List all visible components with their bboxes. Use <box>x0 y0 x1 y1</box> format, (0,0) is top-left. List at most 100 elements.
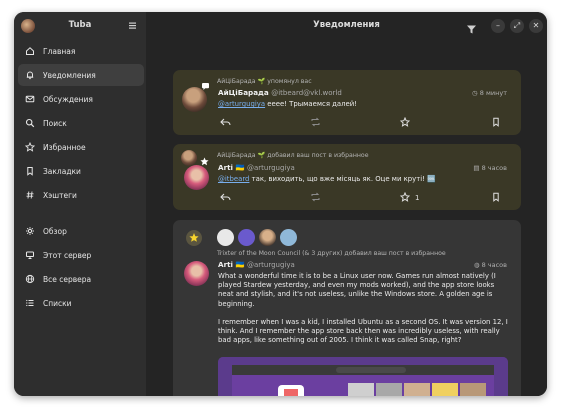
post-actions <box>218 116 509 130</box>
avatar[interactable] <box>181 150 197 166</box>
boost-icon <box>310 117 321 129</box>
avatar[interactable] <box>217 229 234 246</box>
sidebar-item-this-server[interactable]: Этот сервер <box>18 244 144 266</box>
sidebar-item-all-servers[interactable]: Все сервера <box>18 268 144 290</box>
mail-icon <box>25 94 35 104</box>
sidebar-item-label: Все сервера <box>43 274 92 284</box>
post-time: ◍ 8 часов <box>473 261 507 269</box>
notification-card[interactable]: АйЦіБарада 🌱 упомянул вас АйЦіБарада @it… <box>173 70 521 135</box>
star-icon <box>399 116 411 129</box>
sidebar-item-label: Главная <box>43 46 76 56</box>
notification-card[interactable]: АйЦіБарада 🌱 добавил ваш пост в избранно… <box>173 144 521 210</box>
boost-icon <box>310 192 321 204</box>
sidebar-item-home[interactable]: Главная <box>18 40 144 62</box>
sidebar-item-conversations[interactable]: Обсуждения <box>18 88 144 110</box>
avatar[interactable] <box>280 229 297 246</box>
sidebar-item-label: Хэштеги <box>43 190 77 200</box>
clock-icon: ◷ <box>472 89 480 97</box>
reply-button[interactable] <box>220 191 231 205</box>
post-actions: 1 <box>218 191 509 205</box>
list-icon <box>25 298 35 308</box>
post-time: ▤ 8 часов <box>473 164 507 172</box>
sidebar-item-lists[interactable]: Списки <box>18 292 144 314</box>
avatar[interactable] <box>184 165 209 190</box>
avatar[interactable] <box>184 261 209 286</box>
notifications-feed: АйЦіБарада 🌱 упомянул вас АйЦіБарада @it… <box>146 40 547 396</box>
post-text: @arturgugiya ееее! Трымаемся далей! <box>218 100 358 108</box>
sidebar-item-label: Уведомления <box>43 70 96 80</box>
sidebar-item-label: Избранное <box>43 142 86 152</box>
star-icon <box>24 141 36 152</box>
maximize-button[interactable]: ⤢ <box>510 19 524 33</box>
edited-icon: ▤ <box>473 164 482 172</box>
search-icon <box>25 118 35 128</box>
post-text: @itbeard так, виходить, що вже місяць як… <box>218 175 436 183</box>
notification-meta: АйЦіБарада 🌱 добавил ваш пост в избранно… <box>217 152 369 159</box>
post-text: What a wonderful time it is to be a Linu… <box>218 272 508 345</box>
notification-card[interactable]: Trixter of the Moon Council (& 3 других)… <box>173 220 521 396</box>
avatar[interactable] <box>182 87 207 112</box>
post-author[interactable]: Arti 🇺🇦 @arturgugiya <box>218 260 295 269</box>
sidebar-item-explore[interactable]: Обзор <box>18 220 144 242</box>
post-author[interactable]: АйЦіБарада @itbeard@vkl.world <box>218 88 342 97</box>
bookmark-icon <box>25 166 35 176</box>
post-handle: @itbeard@vkl.world <box>271 89 342 97</box>
page-title: Уведомления <box>313 20 380 30</box>
mention-link[interactable]: @itbeard <box>218 175 249 183</box>
sidebar-item-label: Обсуждения <box>43 94 93 104</box>
explore-icon <box>25 226 35 236</box>
header-bar: Уведомления – ⤢ ✕ <box>146 12 547 40</box>
sidebar-item-search[interactable]: Поиск <box>18 112 144 134</box>
globe-icon: ◍ <box>473 261 482 269</box>
sidebar-separator <box>18 208 144 220</box>
boost-button[interactable] <box>310 191 321 205</box>
notification-meta: АйЦіБарада 🌱 упомянул вас <box>217 78 312 85</box>
app-store-screenshot <box>218 357 508 396</box>
sidebar-header: Tuba <box>14 12 146 40</box>
favorite-button[interactable] <box>399 116 411 130</box>
server-icon <box>25 250 35 260</box>
filter-icon[interactable] <box>466 20 477 34</box>
sidebar-item-label: Списки <box>43 298 72 308</box>
post-handle: @arturgugiya <box>246 261 295 269</box>
reply-icon <box>220 192 231 204</box>
post-handle: @arturgugiya <box>246 164 295 172</box>
minimize-button[interactable]: – <box>491 19 505 33</box>
sidebar-item-bookmarks[interactable]: Закладки <box>18 160 144 182</box>
post-author[interactable]: Arti 🇺🇦 @arturgugiya <box>218 163 295 172</box>
bookmark-button[interactable] <box>491 116 501 130</box>
reply-button[interactable] <box>220 116 231 130</box>
bookmark-button[interactable] <box>491 191 501 205</box>
sidebar-item-hashtags[interactable]: Хэштеги <box>18 184 144 206</box>
star-icon <box>399 191 411 204</box>
sidebar-item-label: Поиск <box>43 118 67 128</box>
sidebar-item-label: Обзор <box>43 226 67 236</box>
star-badge <box>186 230 202 246</box>
sidebar-item-label: Закладки <box>43 166 81 176</box>
post-time: ◷ 8 минут <box>472 89 507 97</box>
reply-icon <box>220 117 231 129</box>
bookmark-icon <box>491 117 501 129</box>
menu-icon[interactable] <box>127 20 138 31</box>
close-button[interactable]: ✕ <box>529 19 543 33</box>
sidebar-nav: Главная Уведомления Обсуждения Поиск Изб… <box>18 40 144 316</box>
notification-meta: Trixter of the Moon Council (& 3 других)… <box>217 250 446 257</box>
avatar[interactable] <box>259 229 276 246</box>
favorite-count: 1 <box>415 194 420 202</box>
sidebar-item-label: Этот сервер <box>43 250 92 260</box>
avatar[interactable] <box>238 229 255 246</box>
hashtag-icon <box>25 190 35 200</box>
attachment-image[interactable] <box>218 357 508 396</box>
home-icon <box>25 46 35 56</box>
bell-icon <box>25 70 35 80</box>
bookmark-icon <box>491 192 501 204</box>
sidebar-item-favorites[interactable]: Избранное <box>18 136 144 158</box>
favorite-button[interactable]: 1 <box>399 191 420 205</box>
sidebar: Tuba Главная Уведомления Обсуждения Поис… <box>14 12 146 396</box>
globe-icon <box>25 274 35 284</box>
app-window: Tuba Главная Уведомления Обсуждения Поис… <box>14 12 547 396</box>
sidebar-item-notifications[interactable]: Уведомления <box>18 64 144 86</box>
boost-button[interactable] <box>310 116 321 130</box>
star-icon <box>189 233 199 242</box>
mention-link[interactable]: @arturgugiya <box>218 100 265 108</box>
